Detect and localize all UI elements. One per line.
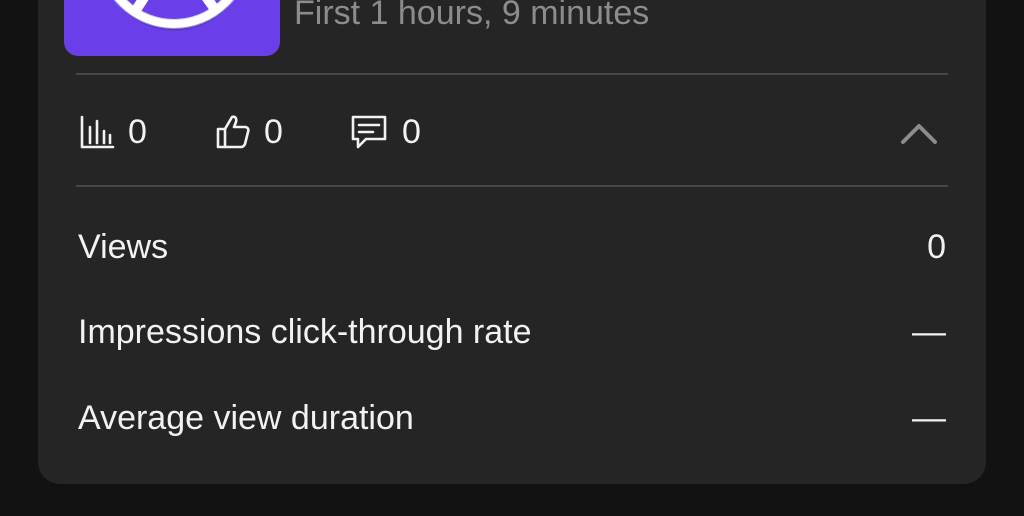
comments-count: 0 [402,112,421,151]
metric-value: — [912,313,946,351]
metric-row-views: Views 0 [78,228,946,272]
likes-stat[interactable]: 0 [214,110,283,154]
views-stat[interactable]: 0 [78,110,147,154]
metric-row-avg-duration: Average view duration — [78,399,946,443]
metric-value: 0 [927,228,946,266]
metric-row-ctr: Impressions click-through rate — [78,313,946,357]
divider-top [76,73,948,75]
wheel-icon [113,0,235,31]
metric-label: Impressions click-through rate [78,313,532,351]
likes-count: 0 [264,112,283,151]
metric-value: — [912,399,946,437]
video-thumbnail[interactable] [64,0,280,56]
comment-icon [351,115,387,149]
thumbs-up-icon [216,115,250,149]
bar-chart-icon [80,115,115,149]
collapse-button[interactable] [896,112,942,152]
comments-stat[interactable]: 0 [348,110,421,154]
video-subtitle: First 1 hours, 9 minutes [294,0,650,32]
metric-label: Views [78,228,169,266]
metric-label: Average view duration [78,399,414,437]
chevron-up-icon [901,124,937,144]
divider-bottom [76,185,948,187]
views-count: 0 [128,112,147,151]
